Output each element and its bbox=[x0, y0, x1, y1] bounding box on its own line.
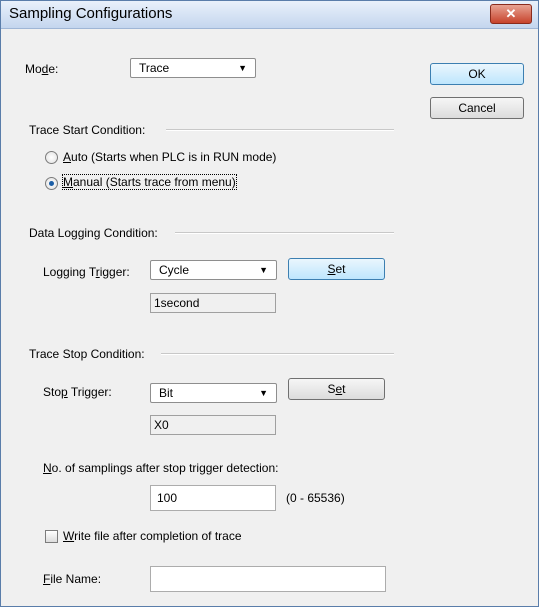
title-bar[interactable]: Sampling Configurations ✕ bbox=[1, 1, 538, 29]
chevron-down-icon: ▼ bbox=[259, 388, 268, 398]
logging-trigger-value: Cycle bbox=[159, 263, 190, 277]
close-icon: ✕ bbox=[505, 6, 517, 21]
file-name-label: File Name: bbox=[43, 572, 102, 586]
manual-radio[interactable] bbox=[45, 177, 58, 190]
data-logging-separator bbox=[175, 232, 394, 234]
samplings-input[interactable]: 100 bbox=[150, 485, 276, 511]
samplings-range-hint: (0 - 65536) bbox=[286, 491, 345, 505]
trace-stop-header: Trace Stop Condition: bbox=[29, 347, 145, 361]
mode-value: Trace bbox=[139, 61, 170, 75]
logging-set-button[interactable]: Set bbox=[288, 258, 385, 280]
trace-stop-separator bbox=[161, 353, 394, 355]
cancel-label: Cancel bbox=[458, 101, 496, 115]
trace-start-separator bbox=[166, 129, 394, 131]
logging-cycle-field[interactable]: 1second bbox=[150, 293, 276, 313]
trace-start-header: Trace Start Condition: bbox=[29, 123, 146, 137]
auto-radio[interactable] bbox=[45, 151, 58, 164]
ok-label: OK bbox=[468, 67, 486, 81]
stop-trigger-label: Stop Trigger: bbox=[43, 385, 112, 399]
file-name-input[interactable] bbox=[150, 566, 386, 592]
stop-set-button[interactable]: Set bbox=[288, 378, 385, 400]
logging-trigger-dropdown[interactable]: Cycle ▼ bbox=[150, 260, 277, 280]
dialog-title: Sampling Configurations bbox=[9, 5, 173, 22]
radio-selected-indicator bbox=[49, 181, 54, 186]
mode-label: Mode: bbox=[25, 62, 59, 76]
ok-button[interactable]: OK bbox=[430, 63, 524, 85]
chevron-down-icon: ▼ bbox=[238, 63, 247, 73]
logging-trigger-label: Logging Trigger: bbox=[43, 265, 130, 279]
cancel-button[interactable]: Cancel bbox=[430, 97, 524, 119]
close-button[interactable]: ✕ bbox=[490, 4, 532, 24]
write-file-checkbox[interactable] bbox=[45, 530, 58, 543]
samplings-label: No. of samplings after stop trigger dete… bbox=[43, 461, 279, 475]
stop-trigger-dropdown[interactable]: Bit ▼ bbox=[150, 383, 277, 403]
manual-radio-label[interactable]: Manual (Starts trace from menu) bbox=[62, 174, 237, 190]
data-logging-header: Data Logging Condition: bbox=[29, 226, 158, 240]
write-file-label[interactable]: Write file after completion of trace bbox=[63, 529, 242, 543]
chevron-down-icon: ▼ bbox=[259, 265, 268, 275]
stop-device-field[interactable]: X0 bbox=[150, 415, 276, 435]
mode-dropdown[interactable]: Trace ▼ bbox=[130, 58, 256, 78]
sampling-configurations-dialog: Sampling Configurations ✕ Mode: Trace ▼ … bbox=[0, 0, 539, 607]
stop-trigger-value: Bit bbox=[159, 386, 174, 400]
auto-radio-label[interactable]: Auto (Starts when PLC is in RUN mode) bbox=[63, 150, 276, 164]
